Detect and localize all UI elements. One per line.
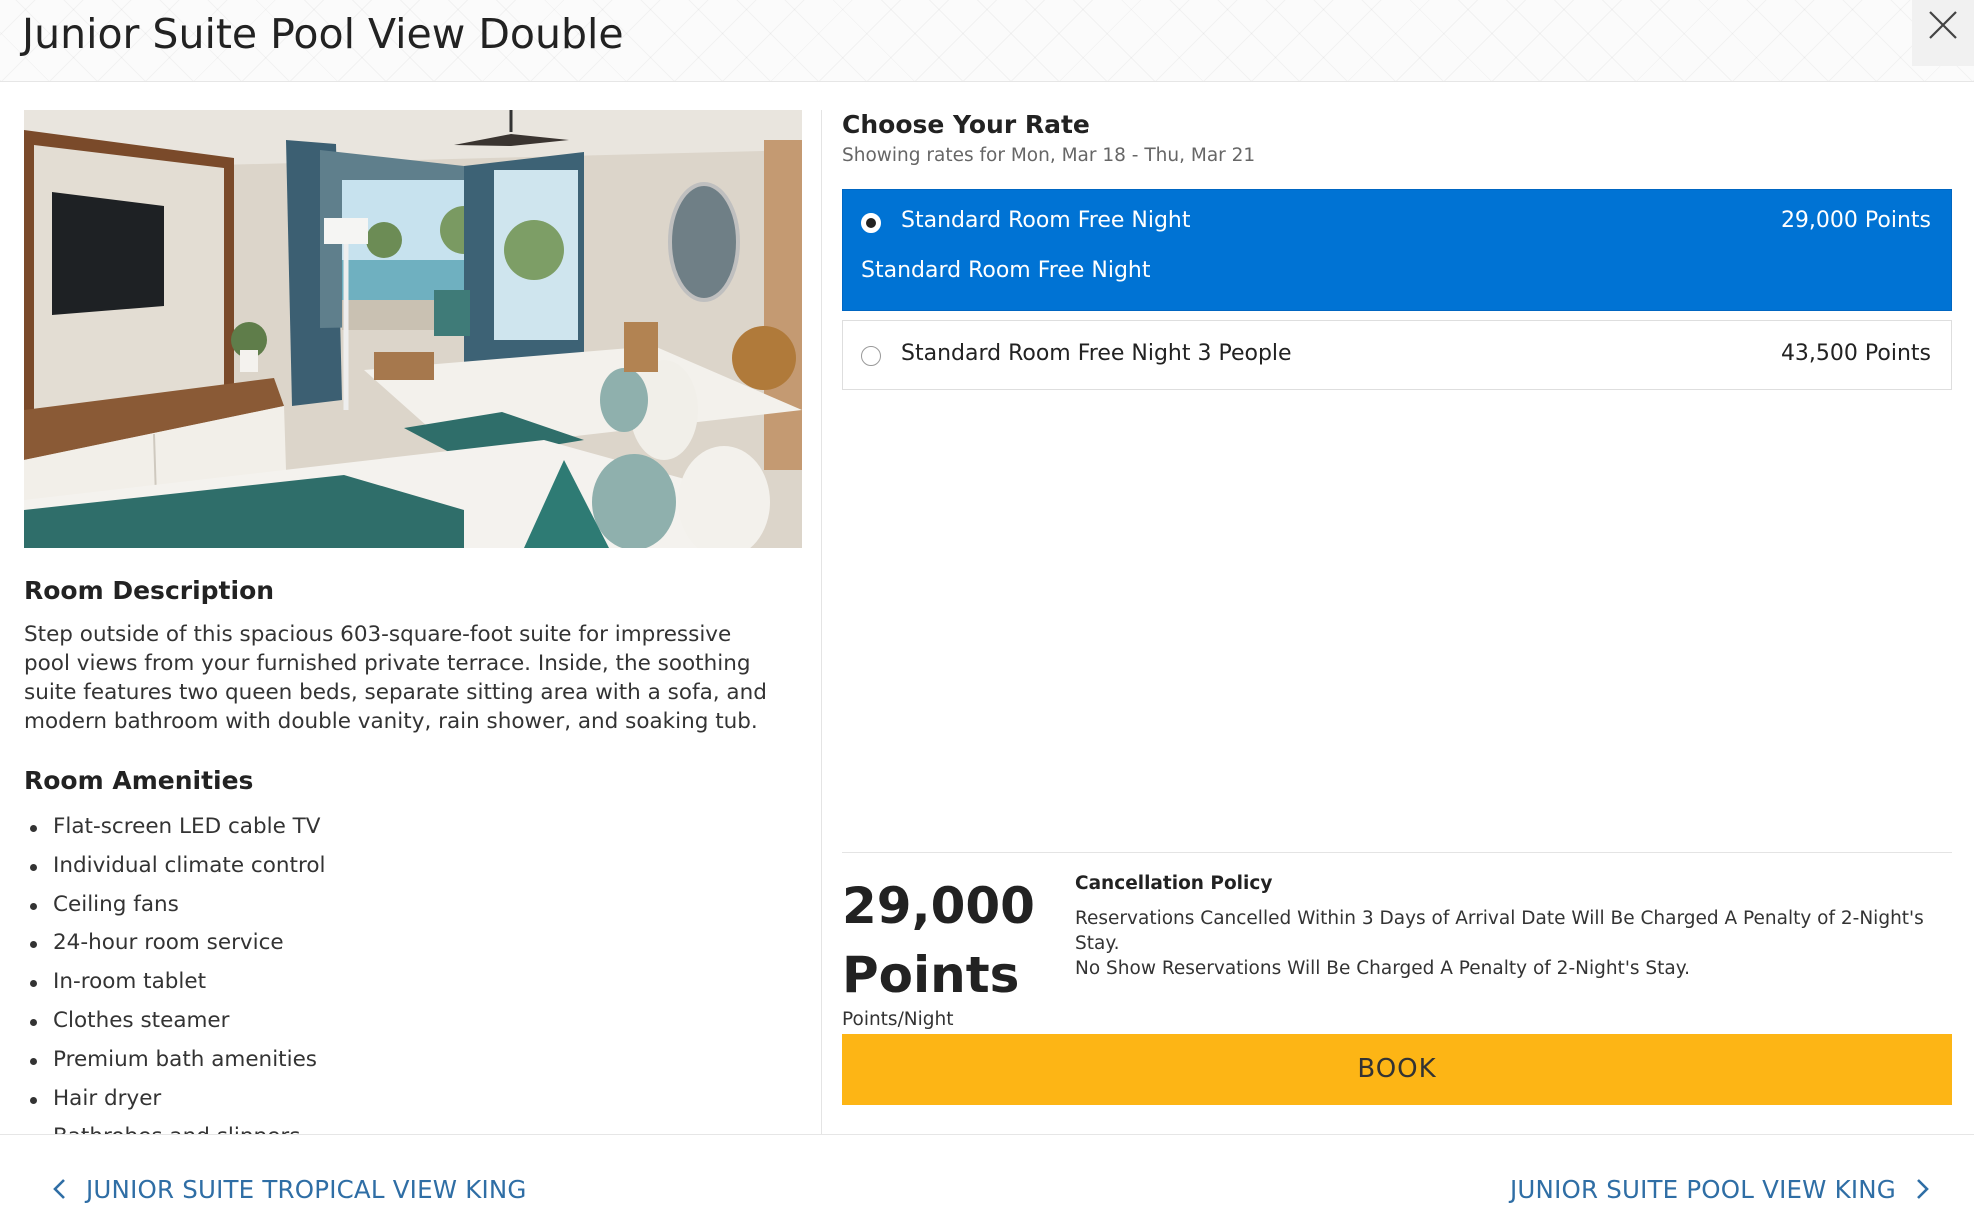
room-title: Junior Suite Pool View Double <box>22 10 624 58</box>
room-details: Room Description Step outside of this sp… <box>24 110 802 1134</box>
total-points-unit: Points <box>842 946 1020 1004</box>
column-divider <box>821 110 822 1134</box>
close-icon[interactable] <box>1928 10 1958 40</box>
amenity-item: Individual climate control <box>24 847 784 886</box>
amenity-item: Hair dryer <box>24 1080 784 1119</box>
rate-description: Standard Room Free Night <box>861 258 1151 283</box>
close-button[interactable] <box>1912 0 1974 66</box>
chevron-right-icon[interactable] <box>1916 1178 1930 1200</box>
book-button[interactable]: BOOK <box>842 1034 1952 1105</box>
modal-header: Junior Suite Pool View Double <box>0 0 1974 82</box>
rate-points: 29,000 Points <box>1780 208 1931 233</box>
room-description: Step outside of this spacious 603-square… <box>24 622 767 734</box>
cancellation-line: Reservations Cancelled Within 3 Days of … <box>1075 908 1924 954</box>
room-photo <box>24 110 802 548</box>
radio-selected[interactable] <box>861 213 881 233</box>
radio-unselected[interactable] <box>861 346 881 366</box>
previous-room-label[interactable]: JUNIOR SUITE TROPICAL VIEW KING <box>86 1175 527 1204</box>
amenity-item: 24-hour room service <box>24 924 784 963</box>
chevron-left-icon[interactable] <box>52 1178 66 1200</box>
points-per-night-label: Points/Night <box>842 1009 954 1030</box>
cancellation-policy-title: Cancellation Policy <box>1075 873 1273 894</box>
previous-room-link[interactable]: JUNIOR SUITE TROPICAL VIEW KING <box>52 1175 527 1204</box>
rate-option-standard-free-night[interactable]: Standard Room Free Night 29,000 Points S… <box>842 189 1952 311</box>
room-description-heading: Room Description <box>24 576 275 605</box>
rate-name: Standard Room Free Night 3 People <box>901 341 1292 366</box>
rate-option-standard-free-night-3-people[interactable]: Standard Room Free Night 3 People 43,500… <box>842 320 1952 390</box>
rate-dates: Showing rates for Mon, Mar 18 - Thu, Mar… <box>842 145 1256 166</box>
amenity-item: Bathrobes and slippers <box>24 1118 784 1134</box>
amenity-item: Flat-screen LED cable TV <box>24 808 784 847</box>
total-points-value: 29,000 <box>842 877 1035 935</box>
cancellation-policy-text: Reservations Cancelled Within 3 Days of … <box>1075 906 1955 981</box>
summary-divider <box>842 852 1952 853</box>
cancellation-line: No Show Reservations Will Be Charged A P… <box>1075 958 1690 979</box>
next-room-label[interactable]: JUNIOR SUITE POOL VIEW KING <box>1510 1175 1896 1204</box>
amenity-item: In-room tablet <box>24 963 784 1002</box>
choose-rate-heading: Choose Your Rate <box>842 110 1090 139</box>
amenity-list: Flat-screen LED cable TV Individual clim… <box>24 808 784 1134</box>
rate-name: Standard Room Free Night <box>901 208 1191 233</box>
room-photo-illustration <box>24 110 802 548</box>
amenity-item: Clothes steamer <box>24 1002 784 1041</box>
room-amenities-heading: Room Amenities <box>24 766 254 795</box>
amenity-item: Ceiling fans <box>24 886 784 925</box>
room-navigation-footer: JUNIOR SUITE TROPICAL VIEW KING JUNIOR S… <box>0 1134 1974 1226</box>
total-points: 29,000 Points <box>842 872 1062 1010</box>
next-room-link[interactable]: JUNIOR SUITE POOL VIEW KING <box>1510 1175 1930 1204</box>
rate-points: 43,500 Points <box>1780 341 1931 366</box>
amenity-item: Premium bath amenities <box>24 1041 784 1080</box>
